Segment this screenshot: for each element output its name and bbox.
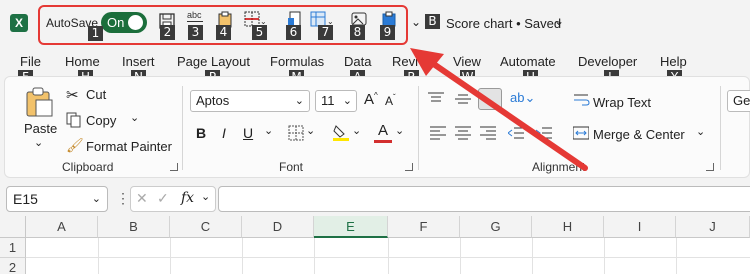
decrease-font-size-icon[interactable]: Aˇ <box>385 93 396 108</box>
title-bar: X AutoSave On 1 2 abc 3 4 ⌄ 5 6 ⌄ 7 8 9 … <box>0 0 750 48</box>
column-header-e[interactable]: E <box>314 216 388 238</box>
name-box-chevron-down-icon[interactable]: ⌄ <box>92 187 101 211</box>
column-header-g[interactable]: G <box>460 216 532 238</box>
column-header-f[interactable]: F <box>388 216 460 238</box>
fill-color-chevron-down-icon[interactable]: ⌄ <box>352 124 361 137</box>
tab-file[interactable]: File <box>20 54 41 69</box>
keytip-7: 7 <box>318 25 333 40</box>
underline-button[interactable]: U <box>243 125 253 141</box>
font-group-label: Font <box>279 160 304 174</box>
gridline <box>242 238 243 274</box>
font-size-chevron-down-icon[interactable]: ⌄ <box>343 91 352 111</box>
autosave-toggle-state: On <box>107 15 125 30</box>
more-options-icon[interactable]: ⋮ <box>116 190 130 207</box>
paste-chevron-down-icon[interactable]: ⌄ <box>34 136 43 149</box>
column-header-b[interactable]: B <box>98 216 170 238</box>
ribbon-tabs: File Home Insert Page Layout Formulas Da… <box>0 48 750 122</box>
merge-center-chevron-down-icon[interactable]: ⌄ <box>696 125 705 138</box>
confirm-entry-icon[interactable]: ✓ <box>157 190 169 207</box>
gridline <box>314 238 315 274</box>
formula-input[interactable] <box>218 186 750 212</box>
gridline <box>604 238 605 274</box>
keytip-1: 1 <box>88 26 103 41</box>
customize-qat-chevron-icon[interactable]: ⌄ <box>411 15 421 29</box>
font-name-chevron-down-icon[interactable]: ⌄ <box>295 91 304 111</box>
font-border-icon[interactable] <box>288 125 304 146</box>
name-box[interactable]: E15 ⌄ <box>6 186 108 212</box>
tab-insert[interactable]: Insert <box>122 54 155 69</box>
fx-chevron-down-icon[interactable]: ⌄ <box>201 190 210 203</box>
excel-logo-icon: X <box>10 14 28 32</box>
row-header-1[interactable]: 1 <box>0 238 26 258</box>
column-header-i[interactable]: I <box>604 216 676 238</box>
separator <box>720 86 721 170</box>
annotation-arrow <box>410 48 588 171</box>
autosave-toggle[interactable]: On <box>101 12 147 33</box>
font-name-combo[interactable]: Aptos ⌄ <box>190 90 310 112</box>
document-title[interactable]: Score chart • Saved <box>446 16 561 31</box>
increase-font-size-icon[interactable]: A^ <box>364 91 378 108</box>
gridline <box>676 238 677 274</box>
font-size-combo[interactable]: 11 ⌄ <box>315 90 357 112</box>
paste-button[interactable]: Paste <box>24 121 57 136</box>
keytip-6: 6 <box>286 25 301 40</box>
column-header-h[interactable]: H <box>532 216 604 238</box>
insert-function-button[interactable]: fx <box>181 190 194 206</box>
underline-chevron-down-icon[interactable]: ⌄ <box>264 124 273 137</box>
keytip-2: 2 <box>160 25 175 40</box>
title-chevron-down-icon[interactable]: ⌄ <box>554 14 564 28</box>
keytip-4: 4 <box>216 25 231 40</box>
column-header-d[interactable]: D <box>242 216 314 238</box>
fill-color-icon[interactable] <box>332 122 350 147</box>
keytip-8: 8 <box>350 25 365 40</box>
gridline <box>532 238 533 274</box>
clipboard-group-label: Clipboard <box>62 160 114 174</box>
formula-buttons: ✕ ✓ fx ⌄ <box>130 186 216 212</box>
keytip-5: 5 <box>252 25 267 40</box>
font-border-chevron-down-icon[interactable]: ⌄ <box>306 124 315 137</box>
gridline <box>98 238 99 274</box>
cut-button[interactable]: Cut <box>86 87 106 102</box>
font-color-letter: A <box>377 122 388 139</box>
cut-icon[interactable]: ✂ <box>66 86 79 104</box>
excel-window: X AutoSave On 1 2 abc 3 4 ⌄ 5 6 ⌄ 7 8 9 … <box>0 0 750 274</box>
alignment-launcher-icon[interactable] <box>706 163 714 171</box>
format-painter-button[interactable]: Format Painter <box>86 139 172 154</box>
cancel-entry-icon[interactable]: ✕ <box>136 190 148 207</box>
copy-icon[interactable] <box>66 112 82 133</box>
tab-data[interactable]: Data <box>344 54 371 69</box>
keytip-b: B <box>425 14 440 29</box>
format-painter-icon[interactable]: 🖌 <box>66 137 84 154</box>
keytip-9: 9 <box>380 25 395 40</box>
gridline <box>170 238 171 274</box>
column-header-a[interactable]: A <box>26 216 98 238</box>
column-header-j[interactable]: J <box>676 216 750 238</box>
row-header-2[interactable]: 2 <box>0 258 26 274</box>
copy-button[interactable]: Copy <box>86 113 116 128</box>
number-format-value: Gen <box>733 93 750 108</box>
gridline <box>388 238 389 274</box>
copy-chevron-down-icon[interactable]: ⌄ <box>130 111 139 124</box>
keytip-3: 3 <box>188 25 203 40</box>
tab-home[interactable]: Home <box>65 54 100 69</box>
font-size-value: 11 <box>321 93 335 108</box>
separator <box>182 86 183 170</box>
number-format-combo[interactable]: Gen <box>727 90 750 112</box>
merge-center-button[interactable]: Merge & Center <box>593 127 685 142</box>
tab-help[interactable]: Help <box>660 54 687 69</box>
italic-button[interactable]: I <box>222 125 226 141</box>
font-color-icon[interactable]: A <box>374 122 392 143</box>
select-all-corner[interactable] <box>0 216 26 238</box>
bold-button[interactable]: B <box>196 125 206 141</box>
column-header-c[interactable]: C <box>170 216 242 238</box>
clipboard-launcher-icon[interactable] <box>170 163 178 171</box>
paste-icon[interactable] <box>24 86 54 123</box>
name-box-value: E15 <box>13 191 38 207</box>
tab-page-layout[interactable]: Page Layout <box>177 54 250 69</box>
font-name-value: Aptos <box>196 93 230 108</box>
wrap-text-button[interactable]: Wrap Text <box>593 95 651 110</box>
gridline <box>460 238 461 274</box>
tab-formulas[interactable]: Formulas <box>270 54 324 69</box>
